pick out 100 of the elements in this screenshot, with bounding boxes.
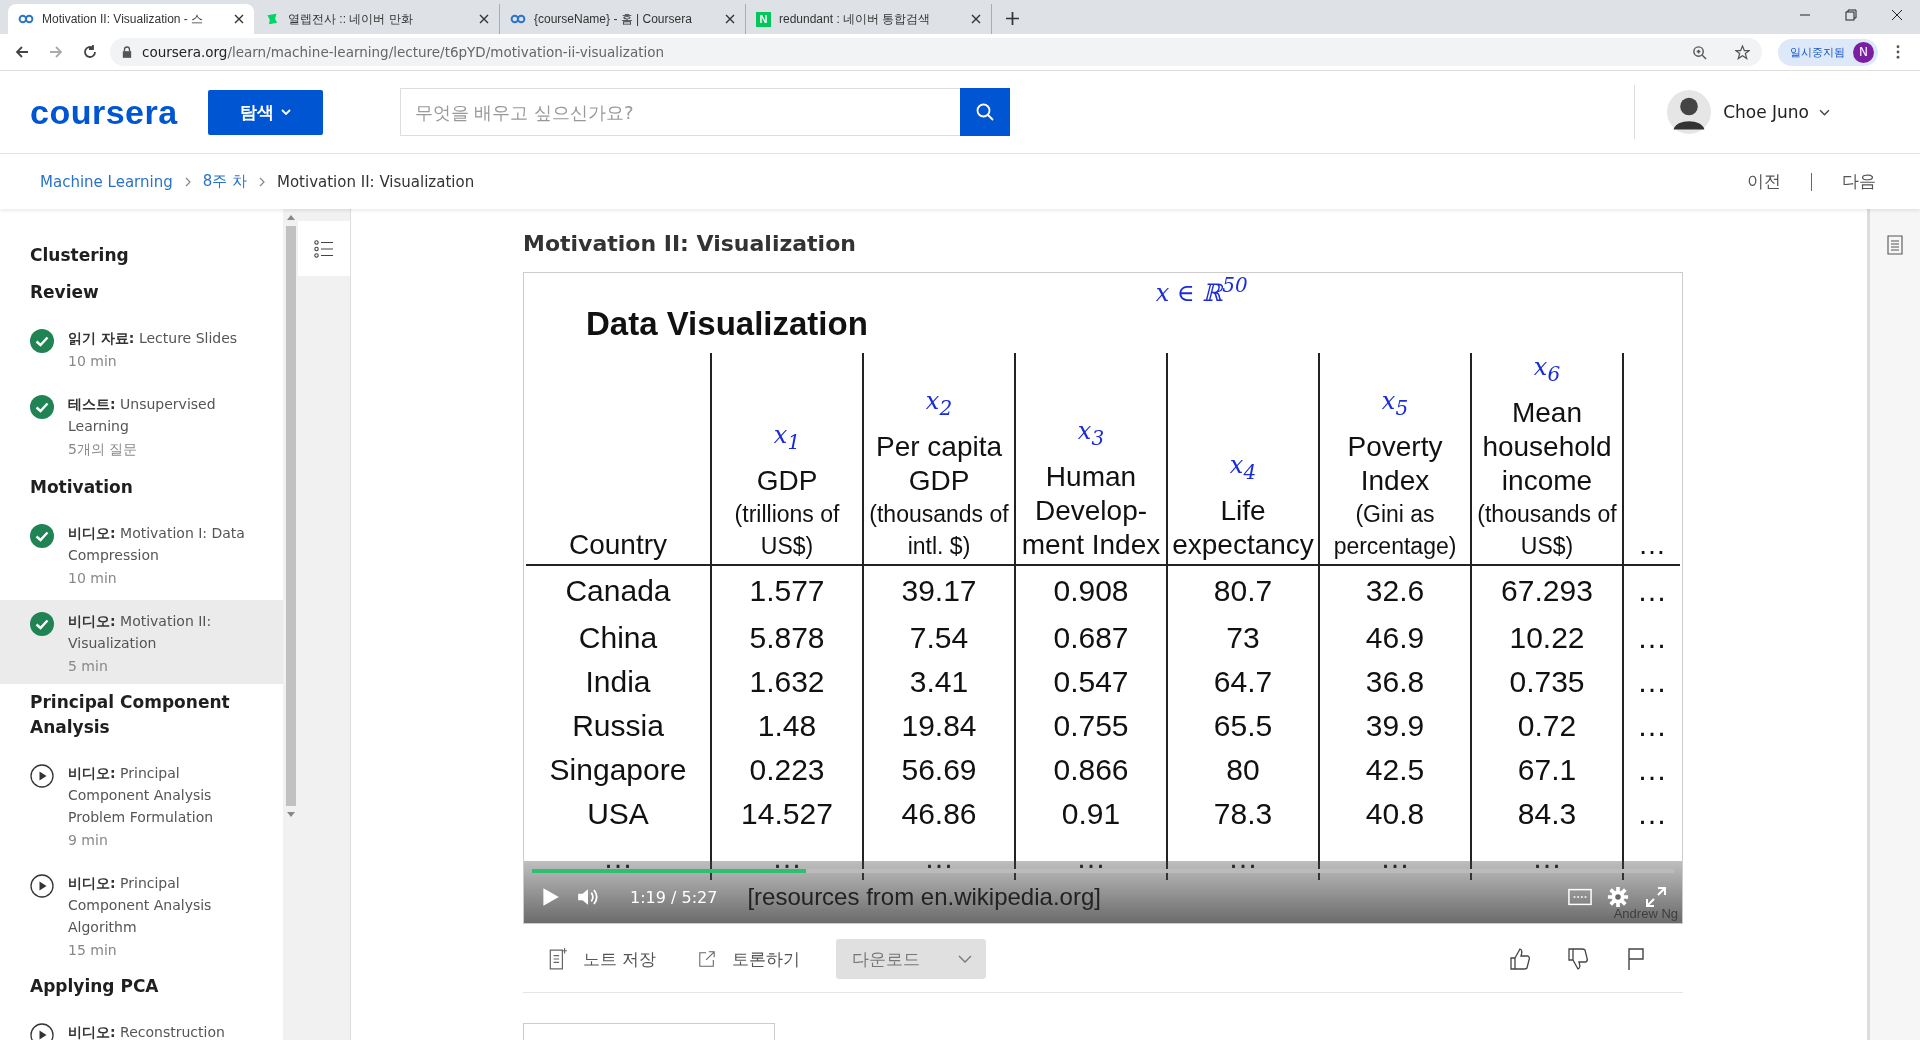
- table-cell: 19.84: [901, 708, 977, 742]
- user-name[interactable]: Choe Juno: [1723, 102, 1809, 122]
- table-cell: 46.86: [901, 796, 977, 830]
- browser-tab[interactable]: Motivation II: Visualization - 스: [8, 4, 254, 34]
- handwritten-note: x$_{4}$: [1229, 451, 1257, 484]
- arrow-up-icon[interactable]: [286, 215, 295, 220]
- breadcrumb-link[interactable]: Motivation II: Visualization: [277, 172, 475, 191]
- flag-icon[interactable]: [1625, 947, 1647, 971]
- search-field[interactable]: 무엇을 배우고 싶으신가요?: [399, 88, 960, 136]
- arrow-down-icon[interactable]: [286, 812, 295, 817]
- table-cell: 73: [1226, 620, 1260, 654]
- coursera-logo[interactable]: coursera: [30, 92, 178, 132]
- thumbs-up-icon[interactable]: [1509, 947, 1531, 971]
- new-tab-icon[interactable]: [1006, 12, 1019, 25]
- handwritten-note: x$_{6}$: [1533, 353, 1561, 386]
- discuss-button[interactable]: 토론하기: [692, 946, 807, 972]
- table-cell: 7.54: [909, 620, 969, 654]
- caret-icon: [280, 109, 291, 115]
- breadcrumb-link[interactable]: 8주 차: [202, 172, 247, 191]
- column-header: Human Develop-ment Index: [1020, 459, 1162, 562]
- captions-icon[interactable]: [1568, 886, 1592, 908]
- table-cell: 1.48: [757, 708, 817, 742]
- close-icon[interactable]: [1891, 9, 1903, 21]
- table-cell: 0.908: [1053, 573, 1129, 607]
- table-cell: …: [1228, 840, 1258, 874]
- explore-button[interactable]: 탐색: [207, 89, 323, 135]
- chevron-icon: [184, 176, 191, 187]
- table-cell: 0.687: [1053, 620, 1129, 654]
- lesson-title: 테스트: Unsupervised Learning: [68, 395, 217, 436]
- caret-icon[interactable]: [1819, 108, 1830, 116]
- lecture-title: Motivation II: Visualization: [523, 231, 857, 256]
- star-icon[interactable]: [1735, 44, 1750, 60]
- table-cell: 0.72: [1517, 708, 1577, 742]
- close-icon[interactable]: [725, 14, 735, 24]
- column-header: Poverty Index: [1346, 429, 1444, 498]
- table-cell: 80.7: [1213, 573, 1273, 607]
- table-cell: 84.3: [1517, 796, 1577, 830]
- handwritten-note: x ∈ ℝ$^{50}$: [1155, 273, 1248, 307]
- table-cell: 78.3: [1213, 796, 1273, 830]
- table-cell: …: [1076, 840, 1106, 874]
- close-icon[interactable]: [234, 14, 244, 24]
- section-heading: Clustering: [29, 244, 130, 267]
- caret-icon: [958, 955, 973, 963]
- lesson-item[interactable]: 비디오: Motivation I: Data Compression 10 min: [0, 512, 283, 596]
- lesson-item[interactable]: 읽기 자료: Lecture Slides 10 min: [0, 317, 283, 379]
- close-icon[interactable]: [479, 14, 489, 24]
- address-field[interactable]: coursera.org/learn/machine-learning/lecture/t6pYD/motivation-ii-visualization: [110, 38, 1762, 66]
- table-cell: …: [1637, 752, 1667, 786]
- next-link[interactable]: 다음: [1842, 170, 1876, 193]
- section-heading: Applying PCA: [29, 975, 160, 998]
- lesson-title: 읽기 자료: Lecture Slides: [68, 329, 238, 348]
- lesson-item[interactable]: 테스트: Unsupervised Learning 5개의 질문: [0, 383, 283, 469]
- table-cell: 32.6: [1365, 573, 1425, 607]
- restore-icon[interactable]: [1845, 9, 1857, 21]
- search-button[interactable]: [959, 88, 1010, 136]
- column-unit: (thousands of intl. $): [868, 499, 1010, 561]
- column-unit: (thousands of US$): [1476, 499, 1618, 561]
- table-cell: 10.22: [1509, 620, 1585, 654]
- profile-button[interactable]: 일시중지됨 N: [1778, 38, 1878, 66]
- slide-title: Data Visualization: [586, 305, 868, 343]
- lock-icon: [122, 46, 132, 58]
- section-heading: Review: [29, 281, 100, 304]
- handwritten-note: x$_{5}$: [1381, 387, 1409, 420]
- section-heading: Motivation: [29, 476, 134, 499]
- table-cell: 0.223: [749, 752, 825, 786]
- lesson-duration: 10 min: [68, 353, 118, 369]
- list-icon[interactable]: [314, 239, 334, 258]
- table-cell: 46.9: [1365, 620, 1425, 654]
- column-unit: (Gini as percentage): [1332, 499, 1458, 561]
- note-icon: [549, 948, 567, 970]
- table-cell: 39.17: [901, 573, 977, 607]
- save-note-button[interactable]: 노트 저장: [543, 946, 663, 972]
- lesson-duration: 10 min: [68, 570, 118, 586]
- column-header: Country: [568, 527, 667, 562]
- settings-icon[interactable]: [1606, 886, 1630, 908]
- thumbs-down-icon[interactable]: [1567, 947, 1589, 971]
- lesson-item[interactable]: 비디오: Principal Component Analysis Problem Formulation 9 min: [0, 752, 283, 858]
- lesson-title: 비디오: Principal Component Analysis Algorithm: [68, 874, 213, 937]
- table-cell: 64.7: [1213, 664, 1273, 698]
- scrollbar[interactable]: [283, 209, 298, 1040]
- video-player[interactable]: [523, 272, 1683, 924]
- table-cell: 0.547: [1053, 664, 1129, 698]
- table-cell: 14.527: [741, 796, 833, 830]
- table-cell: …: [1637, 620, 1667, 654]
- table-cell: 67.1: [1517, 752, 1577, 786]
- time-display: 1:19 / 5:27: [630, 887, 718, 907]
- breadcrumb-link[interactable]: Machine Learning: [40, 172, 173, 191]
- lesson-item[interactable]: 비디오: Reconstruction: [0, 1011, 283, 1040]
- previous-link[interactable]: 이전: [1747, 170, 1781, 193]
- table-cell: …: [1380, 840, 1410, 874]
- table-cell: Singapore: [549, 752, 687, 786]
- table-cell: USA: [587, 796, 649, 830]
- avatar-icon[interactable]: [1667, 90, 1712, 134]
- fullscreen-icon[interactable]: [1644, 886, 1668, 908]
- zoom-icon[interactable]: [1692, 44, 1707, 60]
- table-cell: 0.755: [1053, 708, 1129, 742]
- table-cell: Canada: [565, 573, 671, 607]
- lesson-item[interactable]: 비디오: Principal Component Analysis Algorithm 15 min: [0, 862, 283, 968]
- close-icon[interactable]: [971, 14, 981, 24]
- lesson-item[interactable]: 비디오: Motivation II: Visualization 5 min: [0, 600, 283, 684]
